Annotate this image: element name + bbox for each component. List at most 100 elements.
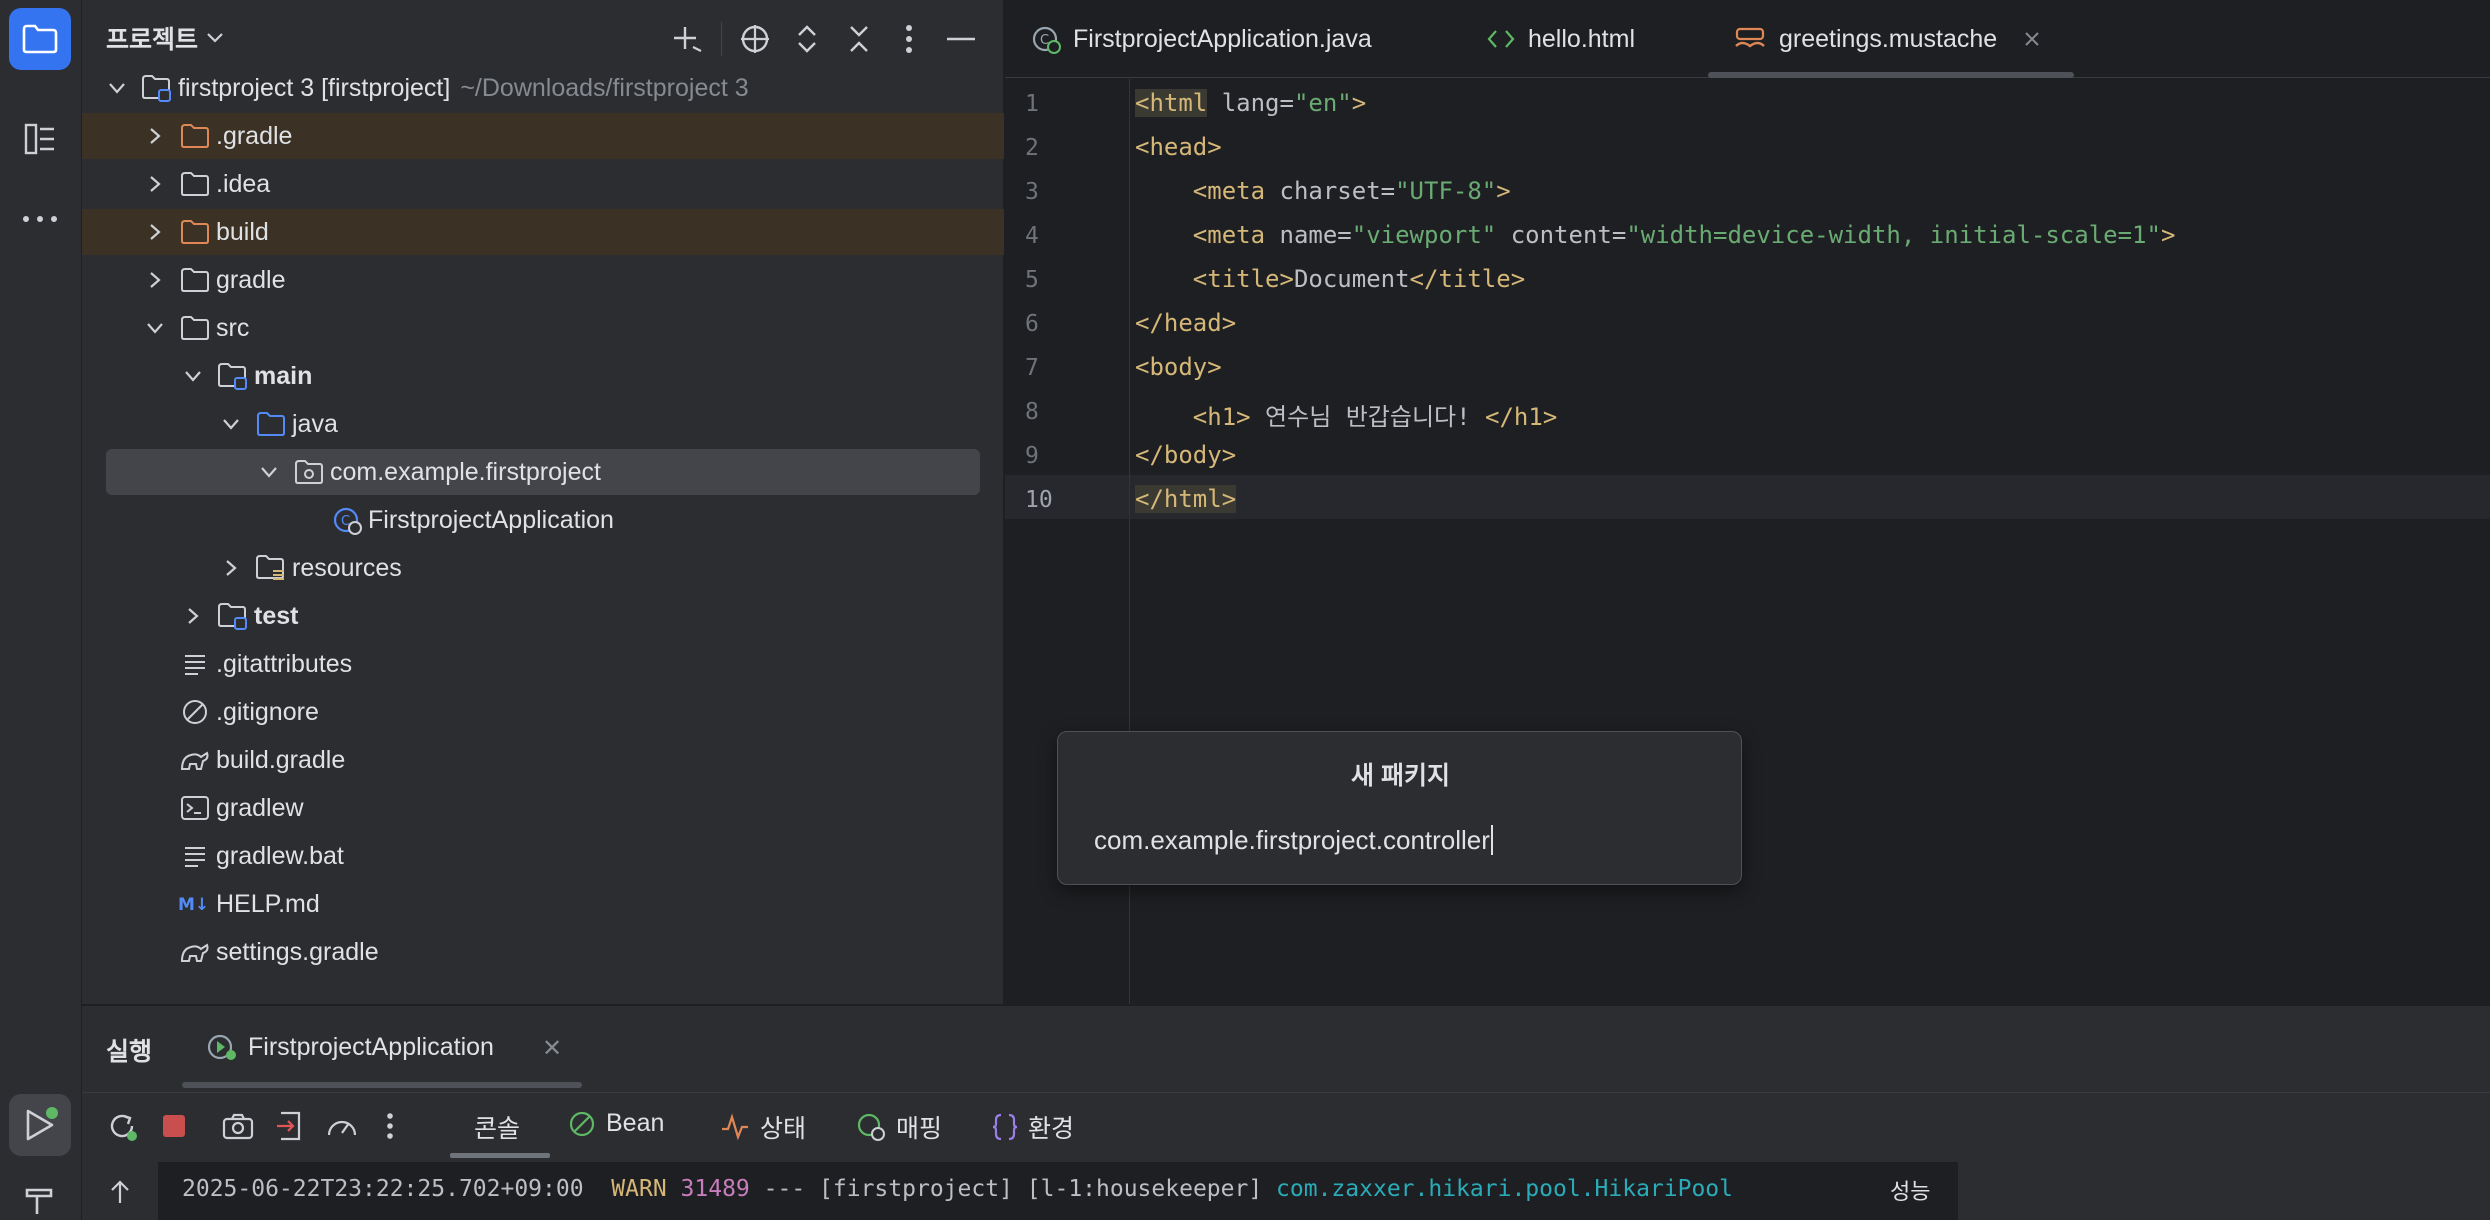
tab-environment-label: 환경: [1028, 1115, 1075, 1143]
environment-icon: [992, 1113, 1018, 1141]
folder-orange-icon: [178, 119, 212, 153]
tree-item-firstprojectapplication[interactable]: C FirstprojectApplication: [82, 497, 1004, 543]
structure-tool-button[interactable]: [9, 108, 71, 170]
tree-item-build-gradle[interactable]: build.gradle: [82, 737, 1004, 783]
thread-dump-button[interactable]: [218, 1106, 258, 1146]
more-horizontal-icon: [23, 216, 57, 222]
close-icon[interactable]: [2023, 30, 2041, 48]
hammer-icon: [25, 1188, 53, 1214]
locate-file-button[interactable]: [736, 20, 774, 58]
tab-mapping[interactable]: 매핑: [856, 1109, 942, 1145]
active-tab-indicator: [1708, 72, 2074, 78]
more-options-button[interactable]: [370, 1106, 410, 1146]
tree-item-gradle[interactable]: gradle: [82, 257, 1004, 303]
folder-orange-icon: [178, 215, 212, 249]
chevron-down-icon[interactable]: [258, 461, 280, 483]
tree-item-settings-gradle[interactable]: settings.gradle: [82, 929, 1004, 975]
new-package-dialog: 새 패키지 com.example.firstproject.controlle…: [1057, 731, 1742, 885]
tab-hello-html[interactable]: hello.html: [1486, 0, 1635, 78]
line-number: 7: [1025, 355, 1039, 381]
more-tools-button[interactable]: [9, 188, 71, 250]
rerun-icon: [110, 1114, 137, 1141]
minimize-icon: [947, 37, 975, 41]
project-view-selector[interactable]: 프로젝트: [106, 20, 224, 56]
new-file-button[interactable]: [668, 20, 706, 58]
code-line-2: <head>: [1135, 133, 1222, 161]
text-file-icon: [178, 839, 212, 873]
line-number: 6: [1025, 311, 1039, 337]
run-tool-button[interactable]: [9, 1094, 71, 1156]
tree-item-gitattributes[interactable]: .gitattributes: [82, 641, 1004, 687]
tree-item-path: ~/Downloads/firstproject 3: [460, 73, 749, 102]
tree-item-label: com.example.firstproject: [330, 457, 601, 486]
tab-console[interactable]: 콘솔: [474, 1109, 520, 1145]
tree-item-firstproject-3-firstproject[interactable]: firstproject 3 [firstproject] ~/Downloads…: [82, 65, 1004, 111]
package-name-input[interactable]: com.example.firstproject.controller: [1094, 820, 1706, 860]
tree-item-idea[interactable]: .idea: [82, 161, 1004, 207]
code-line-3: <meta charset="UTF-8">: [1192, 177, 1511, 205]
project-tool-button[interactable]: [9, 8, 71, 70]
tree-item-gradle[interactable]: .gradle: [82, 113, 1004, 159]
tab-health[interactable]: 상태: [720, 1109, 806, 1145]
chevron-right-icon[interactable]: [182, 605, 204, 627]
tree-item-build[interactable]: build: [82, 209, 1004, 255]
tree-item-gradlew[interactable]: gradlew: [82, 785, 1004, 831]
gradle-file-icon: [178, 935, 212, 969]
tree-item-gitignore[interactable]: .gitignore: [82, 689, 1004, 735]
exit-button[interactable]: [270, 1106, 310, 1146]
arrow-up-icon: [111, 1180, 129, 1203]
folder-blue-icon: [254, 407, 288, 441]
console-output[interactable]: 2025-06-22T23:22:25.702+09:00 WARN 31489…: [158, 1162, 1958, 1220]
chevron-down-icon[interactable]: [220, 413, 242, 435]
shell-script-icon: [178, 791, 212, 825]
collapse-all-button[interactable]: [840, 20, 878, 58]
tree-item-main[interactable]: main: [82, 353, 1004, 399]
chevron-right-icon[interactable]: [144, 269, 166, 291]
scroll-up-button[interactable]: [100, 1172, 140, 1212]
tree-item-com-example-firstproject[interactable]: com.example.firstproject: [106, 449, 980, 495]
code-line-1: <html lang="en">: [1135, 89, 1367, 117]
collapse-icon: [850, 26, 868, 52]
options-button[interactable]: [890, 20, 928, 58]
text-caret: [1490, 825, 1493, 855]
chevron-down-icon[interactable]: [144, 317, 166, 339]
chevron-down-icon[interactable]: [182, 365, 204, 387]
chevron-right-icon[interactable]: [144, 173, 166, 195]
tree-item-label: gradlew.bat: [216, 841, 344, 870]
chevron-right-icon[interactable]: [144, 221, 166, 243]
chevron-right-icon[interactable]: [220, 557, 242, 579]
stop-button[interactable]: [154, 1106, 194, 1146]
run-icon: [26, 1107, 58, 1141]
tree-item-resources[interactable]: resources: [82, 545, 1004, 591]
expand-all-button[interactable]: [788, 20, 826, 58]
tree-item-label: HELP.md: [216, 889, 320, 918]
ignore-file-icon: [178, 695, 212, 729]
chevron-right-icon[interactable]: [144, 125, 166, 147]
tab-environment[interactable]: 환경: [992, 1109, 1074, 1145]
tab-bean[interactable]: Bean: [568, 1109, 664, 1138]
log-line: 2025-06-22T23:22:25.702+09:00 WARN 31489…: [182, 1176, 1733, 1202]
tab-label: FirstprojectApplication.java: [1073, 24, 1372, 53]
folder-icon: [178, 263, 212, 297]
tree-item-java[interactable]: java: [82, 401, 1004, 447]
profiler-button[interactable]: [322, 1106, 362, 1146]
run-config-tab[interactable]: FirstprojectApplication: [206, 1032, 494, 1062]
close-icon[interactable]: ✕: [542, 1034, 562, 1063]
hide-panel-button[interactable]: [942, 20, 980, 58]
tab-firstproject-application[interactable]: C FirstprojectApplication.java: [1031, 0, 1372, 78]
rerun-button[interactable]: [102, 1106, 142, 1146]
build-tool-button[interactable]: [9, 1168, 71, 1220]
tree-item-help-md[interactable]: M↓ HELP.md: [82, 881, 1004, 927]
spring-run-icon: [207, 1034, 236, 1060]
structure-icon: [24, 123, 54, 155]
code-line-6: </head>: [1135, 309, 1237, 337]
tree-item-src[interactable]: src: [82, 305, 1004, 351]
chevron-down-icon[interactable]: [106, 77, 128, 99]
tree-item-gradlew-bat[interactable]: gradlew.bat: [82, 833, 1004, 879]
module-folder-icon: [140, 71, 174, 105]
tab-greetings-mustache[interactable]: greetings.mustache: [1733, 0, 2041, 78]
tree-item-test[interactable]: test: [82, 593, 1004, 639]
tree-item-label: java: [292, 409, 338, 438]
